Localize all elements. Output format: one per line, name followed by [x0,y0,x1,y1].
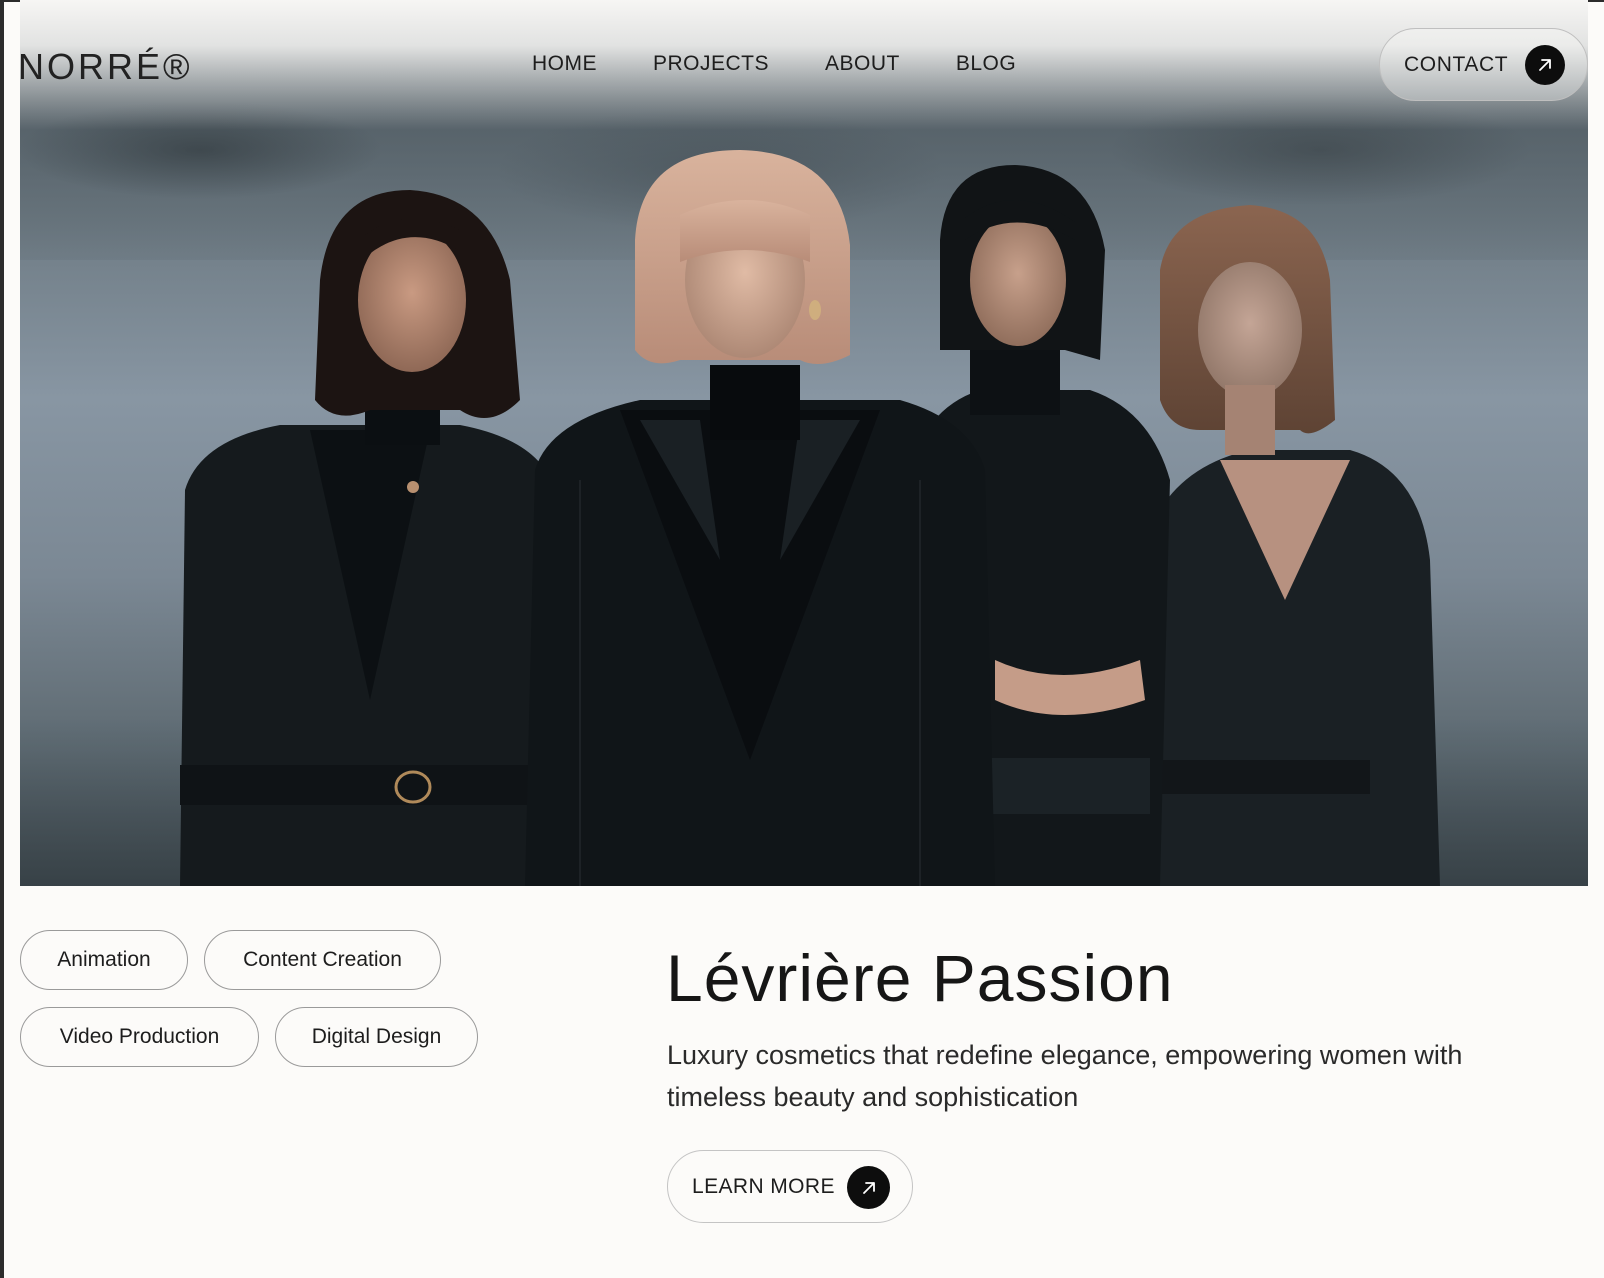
main-nav: HOME PROJECTS ABOUT BLOG [532,52,1016,76]
arrow-up-right-icon [1525,45,1565,85]
tag-digital-design[interactable]: Digital Design [275,1007,478,1067]
nav-about[interactable]: ABOUT [825,52,900,76]
nav-projects[interactable]: PROJECTS [653,52,769,76]
arrow-up-right-icon [847,1166,890,1209]
tag-video-production[interactable]: Video Production [20,1007,259,1067]
person-four [1130,205,1440,886]
brand-logo[interactable]: NORRÉ® [18,46,193,88]
learn-more-label: LEARN MORE [692,1174,835,1198]
nav-home[interactable]: HOME [532,52,597,76]
hero-image [20,0,1588,886]
project-title: Lévrière Passion [666,941,1174,1015]
person-one [180,190,560,886]
hero-figures [180,150,1440,886]
nav-blog[interactable]: BLOG [956,52,1016,76]
tag-animation[interactable]: Animation [20,930,188,990]
window-border-left [0,0,4,1278]
person-two [525,150,995,886]
contact-label: CONTACT [1404,52,1509,76]
project-description: Luxury cosmetics that redefine elegance,… [667,1040,1463,1112]
tag-content-creation[interactable]: Content Creation [204,930,441,990]
learn-more-button[interactable]: LEARN MORE [667,1150,913,1223]
contact-button[interactable]: CONTACT [1379,28,1588,101]
